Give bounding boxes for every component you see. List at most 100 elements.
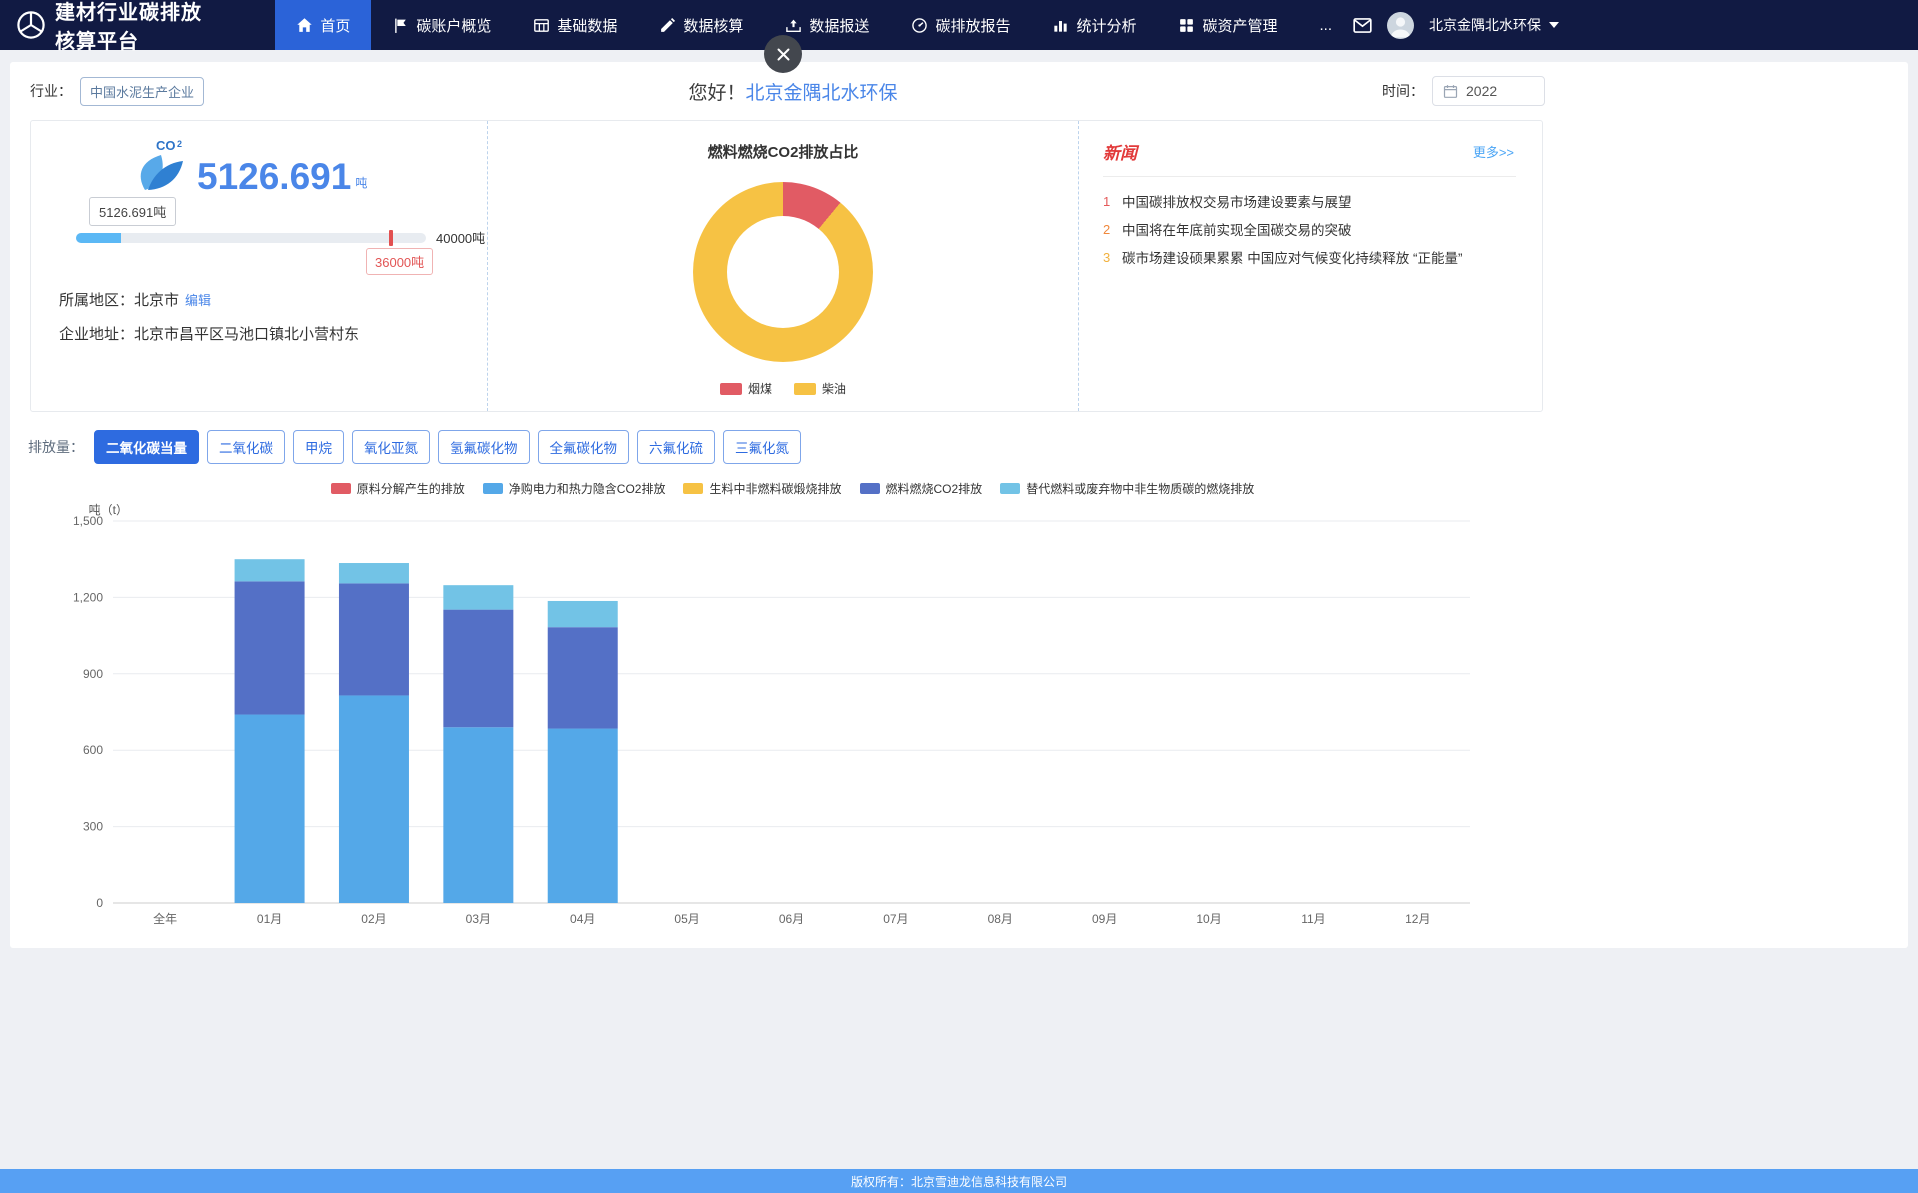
legend-label: 生料中非燃料碳煅烧排放	[709, 480, 841, 497]
close-icon	[776, 47, 791, 62]
copyright: 版权所有：北京雪迪龙信息科技有限公司	[851, 1173, 1067, 1190]
nav-item-home[interactable]: 首页	[275, 0, 371, 50]
region-value: 北京市	[134, 292, 179, 309]
donut-legend: 烟煤 柴油	[720, 380, 846, 397]
gas-tabs-list: 二氧化碳当量二氧化碳甲烷氧化亚氮氢氟碳化物全氟碳化物六氟化硫三氟化氮	[94, 430, 801, 464]
greeting: 您好！北京金隅北水环保	[204, 78, 1382, 105]
gas-tab-pfcs[interactable]: 全氟碳化物	[538, 430, 630, 464]
progress-fill	[76, 233, 121, 243]
gas-tab-n2o[interactable]: 氧化亚氮	[352, 430, 430, 464]
legend-swatch	[860, 483, 880, 494]
gas-tab-co2-equivalent[interactable]: 二氧化碳当量	[94, 430, 199, 464]
news-more-link[interactable]: 更多>>	[1473, 142, 1514, 161]
svg-text:1,500: 1,500	[73, 514, 103, 528]
bar-legend-item-4[interactable]: 替代燃料或废弃物中非生物质碳的燃烧排放	[1000, 480, 1254, 497]
nav-item-label: 碳排放报告	[935, 15, 1010, 36]
svg-text:02月: 02月	[361, 912, 386, 926]
svg-text:11月: 11月	[1301, 912, 1325, 926]
emission-bar-chart: 吨（t）03006009001,2001,500全年01月02月03月04月05…	[18, 501, 1908, 942]
nav-item-emission-report[interactable]: 碳排放报告	[890, 0, 1031, 50]
legend-label: 燃料燃烧CO2排放	[886, 480, 983, 497]
nav-item-label: ...	[1319, 17, 1332, 34]
svg-text:CO: CO	[156, 138, 176, 153]
donut-legend-item[interactable]: 柴油	[794, 380, 846, 397]
address-value: 北京市昌平区马池口镇北小营村东	[134, 326, 359, 343]
bar-legend-item-0[interactable]: 原料分解产生的排放	[331, 480, 465, 497]
edit-region-link[interactable]: 编辑	[185, 293, 211, 308]
bar-legend-item-2[interactable]: 生料中非燃料碳煅烧排放	[683, 480, 841, 497]
bar-legend-item-1[interactable]: 净购电力和热力隐含CO2排放	[483, 480, 666, 497]
industry-badge[interactable]: 中国水泥生产企业	[80, 77, 204, 106]
nav-item-label: 碳资产管理	[1202, 15, 1277, 36]
svg-text:04月: 04月	[570, 912, 595, 926]
time-group: 时间： 2022	[1382, 76, 1545, 106]
industry-label: 行业：	[30, 81, 72, 101]
bar-chart-canvas: 吨（t）03006009001,2001,500全年01月02月03月04月05…	[18, 501, 1488, 937]
nav-item-data-accounting[interactable]: 数据核算	[638, 0, 764, 50]
news-item[interactable]: 1中国碳排放权交易市场建设要素与展望	[1103, 187, 1516, 215]
donut-chart	[693, 182, 873, 362]
legend-label: 柴油	[822, 380, 846, 397]
total-emission-unit: 吨	[355, 174, 367, 191]
total-emission-value: 5126.691	[197, 158, 351, 195]
legend-swatch	[331, 483, 351, 494]
svg-text:全年: 全年	[153, 911, 177, 926]
gas-tab-nf3[interactable]: 三氟化氮	[723, 430, 801, 464]
gas-tab-sf6[interactable]: 六氟化硫	[637, 430, 715, 464]
legend-label: 原料分解产生的排放	[357, 480, 465, 497]
nav-item-label: 数据报送	[809, 15, 869, 36]
address-label: 企业地址：	[59, 326, 134, 343]
close-button[interactable]	[764, 35, 802, 73]
legend-swatch	[794, 383, 816, 395]
bar-legend-item-3[interactable]: 燃料燃烧CO2排放	[860, 480, 983, 497]
news-header: 新闻 更多>>	[1103, 131, 1516, 177]
nav-item-more[interactable]: ...	[1298, 0, 1353, 50]
news-item[interactable]: 2中国将在年底前实现全国碳交易的突破	[1103, 215, 1516, 243]
svg-text:08月: 08月	[988, 912, 1013, 926]
svg-text:2: 2	[177, 139, 182, 149]
nav-item-carbon-asset-management[interactable]: 碳资产管理	[1157, 0, 1298, 50]
svg-text:600: 600	[83, 743, 103, 757]
greeting-prefix: 您好！	[688, 83, 745, 104]
legend-swatch	[683, 483, 703, 494]
avatar[interactable]	[1387, 12, 1414, 39]
table-icon	[533, 17, 550, 34]
donut-hole	[727, 216, 839, 328]
news-title: 新闻	[1103, 139, 1137, 164]
pencil-icon	[659, 17, 676, 34]
gas-tab-co2[interactable]: 二氧化碳	[207, 430, 285, 464]
donut-legend-item[interactable]: 烟煤	[720, 380, 772, 397]
year-picker[interactable]: 2022	[1432, 76, 1545, 106]
nav-item-statistics-analysis[interactable]: 统计分析	[1031, 0, 1157, 50]
legend-swatch	[720, 383, 742, 395]
svg-text:05月: 05月	[674, 912, 699, 926]
user-name: 北京金隅北水环保	[1429, 15, 1541, 35]
news-text: 中国将在年底前实现全国碳交易的突破	[1122, 219, 1352, 239]
legend-swatch	[1000, 483, 1020, 494]
gas-tab-hfcs[interactable]: 氢氟碳化物	[438, 430, 530, 464]
upload-icon	[785, 17, 802, 34]
flag-icon	[392, 17, 409, 34]
news-item[interactable]: 3碳市场建设硕果累累 中国应对气候变化持续释放 “正能量”	[1103, 243, 1516, 271]
nav-item-basic-data[interactable]: 基础数据	[512, 0, 638, 50]
svg-text:06月: 06月	[779, 912, 804, 926]
news-list: 1中国碳排放权交易市场建设要素与展望2中国将在年底前实现全国碳交易的突破3碳市场…	[1103, 177, 1516, 271]
region-row: 所属地区：北京市编辑	[59, 289, 211, 310]
current-emission-tag: 5126.691吨	[89, 197, 176, 226]
svg-text:0: 0	[96, 896, 103, 910]
nav-item-label: 首页	[320, 15, 350, 36]
mail-icon[interactable]	[1353, 17, 1372, 34]
gas-tab-ch4[interactable]: 甲烷	[293, 430, 344, 464]
time-label: 时间：	[1382, 81, 1424, 101]
user-menu[interactable]: 北京金隅北水环保	[1429, 15, 1559, 35]
fuel-co2-donut-section: 燃料燃烧CO2排放占比 烟煤柴油	[488, 121, 1079, 411]
footer: 版权所有：北京雪迪龙信息科技有限公司	[0, 1169, 1918, 1193]
brand: 建材行业碳排放核算平台	[0, 0, 223, 50]
industry-group: 行业： 中国水泥生产企业	[30, 77, 204, 106]
svg-text:900: 900	[83, 667, 103, 681]
svg-text:09月: 09月	[1092, 912, 1117, 926]
main-nav: 首页碳账户概览基础数据数据核算 数据报送 碳排放报告统计分析 碳资产管理...	[275, 0, 1353, 50]
content-panel: 行业： 中国水泥生产企业 您好！北京金隅北水环保 时间： 2022 CO2 51…	[10, 62, 1908, 948]
svg-text:10月: 10月	[1196, 912, 1221, 926]
nav-item-carbon-account-overview[interactable]: 碳账户概览	[371, 0, 512, 50]
